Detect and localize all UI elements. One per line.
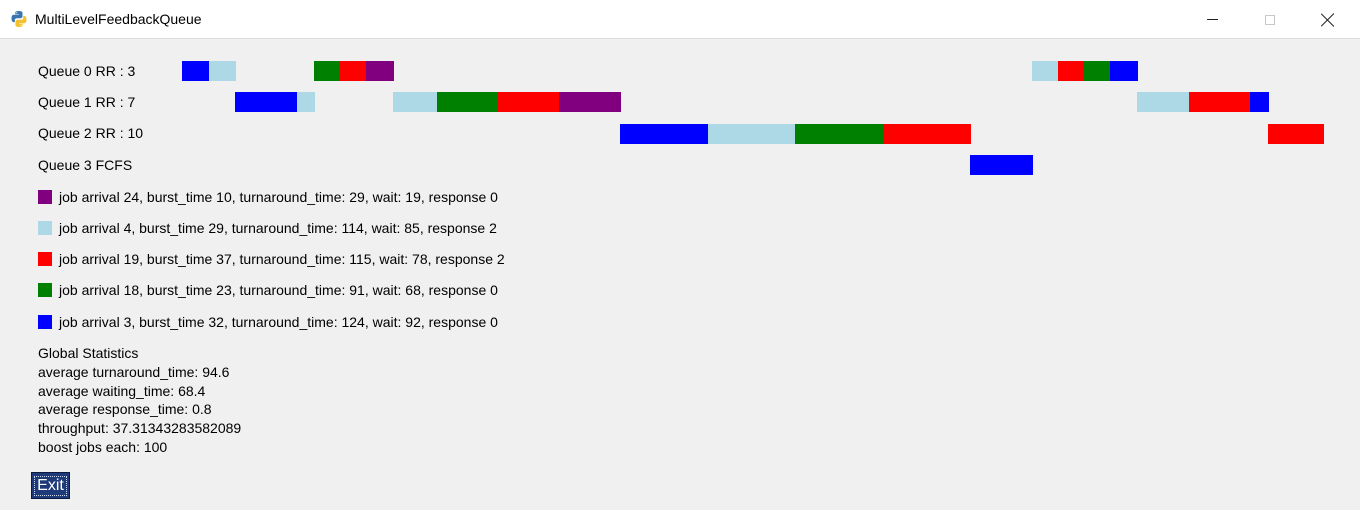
job-color-swatch [38, 315, 52, 329]
job-legend-text: job arrival 4, burst_time 29, turnaround… [59, 220, 497, 236]
queue-1-segment [1189, 92, 1250, 112]
python-app-icon [11, 11, 27, 27]
queue-0-label: Queue 0 RR : 3 [38, 63, 136, 79]
maximize-button[interactable] [1241, 0, 1299, 39]
queue-0-segment [340, 61, 366, 81]
job-legend-item: job arrival 24, burst_time 10, turnaroun… [38, 189, 498, 205]
job-color-swatch [38, 190, 52, 204]
queue-1-segment [1137, 92, 1189, 112]
stat-throughput: throughput: 37.31343283582089 [38, 420, 242, 437]
queue-3-segment [970, 155, 1033, 175]
queue-0-segment [1110, 61, 1138, 81]
exit-button-label: Exit [34, 475, 67, 496]
job-legend-text: job arrival 18, burst_time 23, turnaroun… [59, 282, 498, 298]
queue-0-segment [314, 61, 340, 81]
queue-2-segment [1268, 124, 1324, 144]
queue-1-segment [393, 92, 437, 112]
job-legend-item: job arrival 19, burst_time 37, turnaroun… [38, 251, 505, 267]
queue-0-segment [1084, 61, 1110, 81]
job-legend-item: job arrival 3, burst_time 32, turnaround… [38, 314, 498, 330]
job-legend-text: job arrival 3, burst_time 32, turnaround… [59, 314, 498, 330]
minimize-button[interactable] [1183, 0, 1241, 39]
queue-1-segment [235, 92, 297, 112]
queue-3-label: Queue 3 FCFS [38, 157, 133, 173]
queue-2-segment [795, 124, 883, 144]
global-statistics: Global Statistics average turnaround_tim… [38, 344, 241, 457]
queue-1-segment [559, 92, 621, 112]
stats-heading: Global Statistics [38, 345, 139, 361]
queue-2-label: Queue 2 RR : 10 [38, 125, 144, 141]
queue-1-segment [498, 92, 559, 112]
queue-1-segment [437, 92, 498, 112]
title-bar: MultiLevelFeedbackQueue [0, 0, 1360, 39]
maximize-icon [1265, 14, 1275, 25]
queue-0-segment [366, 61, 394, 81]
window-title: MultiLevelFeedbackQueue [35, 11, 202, 27]
queue-1-segment [1250, 92, 1269, 112]
minimize-icon [1206, 19, 1218, 20]
queue-1-segment [297, 92, 315, 112]
queue-2-segment [620, 124, 708, 144]
queue-2-segment [708, 124, 795, 144]
job-legend-item: job arrival 4, burst_time 29, turnaround… [38, 220, 497, 236]
job-legend-text: job arrival 24, burst_time 10, turnaroun… [59, 189, 498, 205]
stat-avg-turnaround: average turnaround_time: 94.6 [38, 363, 230, 380]
job-color-swatch [38, 283, 52, 297]
job-color-swatch [38, 252, 52, 266]
stat-avg-response: average response_time: 0.8 [38, 401, 212, 418]
queue-0-segment [1058, 61, 1084, 81]
exit-button[interactable]: Exit [31, 472, 70, 499]
job-color-swatch [38, 221, 52, 235]
queue-0-segment [1032, 61, 1058, 81]
queue-0-segment [209, 61, 236, 81]
stat-avg-waiting: average waiting_time: 68.4 [38, 382, 206, 399]
stat-boost: boost jobs each: 100 [38, 438, 168, 455]
close-icon [1321, 13, 1335, 27]
queue-0-segment [182, 61, 209, 81]
job-legend-text: job arrival 19, burst_time 37, turnaroun… [59, 251, 505, 267]
job-legend-item: job arrival 18, burst_time 23, turnaroun… [38, 282, 498, 298]
queue-2-segment [883, 124, 971, 144]
queue-1-label: Queue 1 RR : 7 [38, 94, 136, 110]
close-button[interactable] [1299, 0, 1357, 39]
